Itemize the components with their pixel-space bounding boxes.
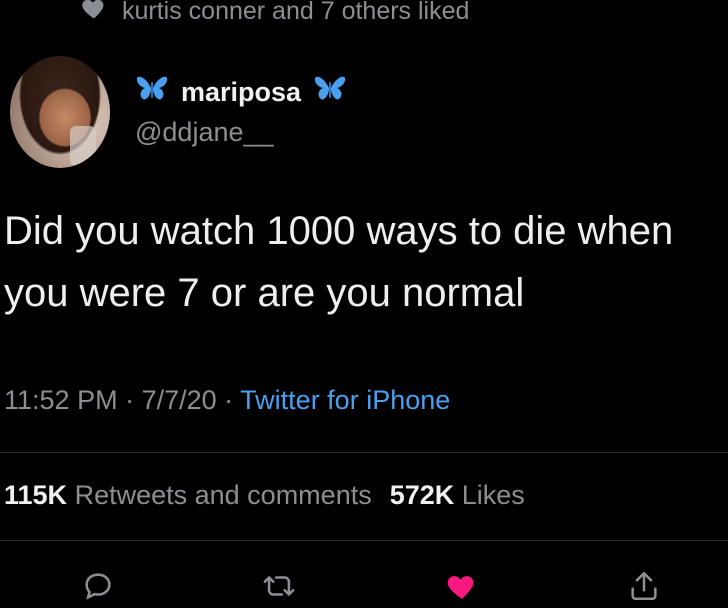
liked-by-text: kurtis conner and 7 others liked [122,0,470,25]
heart-icon [80,0,108,29]
reply-icon[interactable] [78,566,118,606]
share-icon[interactable] [624,566,664,606]
avatar[interactable] [10,56,110,168]
tweet-detail-screen: kurtis conner and 7 others liked maripos… [0,0,728,608]
author-display-name: mariposa [181,77,302,107]
retweets-stat[interactable]: 115K Retweets and comments [4,480,372,510]
tweet-actions-bar [0,560,728,608]
likes-label: Likes [461,480,525,510]
meta-separator: · [216,385,241,415]
tweet-meta: 11:52 PM · 7/7/20 · Twitter for iPhone [4,385,450,416]
divider [0,452,728,453]
tweet-date: 7/7/20 [141,385,217,415]
retweet-icon[interactable] [259,566,299,606]
author-handle[interactable]: @ddjane__ [135,117,274,148]
engagement-stats: 115K Retweets and comments 572K Likes [4,480,525,511]
tweet-line: you were 7 or are you normal [4,271,525,315]
retweets-label: Retweets and comments [74,480,372,510]
divider [0,540,728,541]
likes-stat[interactable]: 572K Likes [390,480,525,510]
tweet-time: 11:52 PM [4,385,118,415]
tweet-source-link[interactable]: Twitter for iPhone [240,385,450,415]
likes-count: 572K [389,480,455,510]
heart-filled-icon[interactable] [442,566,482,606]
tweet-text: Did you watch 1000 ways to die when you … [4,200,728,324]
butterfly-icon [135,74,169,111]
liked-by-row[interactable]: kurtis conner and 7 others liked [80,0,469,29]
retweets-count: 115K [4,480,68,510]
author-name-row[interactable]: mariposa [135,74,347,111]
butterfly-icon [313,74,347,111]
meta-separator: · [117,385,142,415]
tweet-line: Did you watch 1000 ways to die when [4,209,674,253]
